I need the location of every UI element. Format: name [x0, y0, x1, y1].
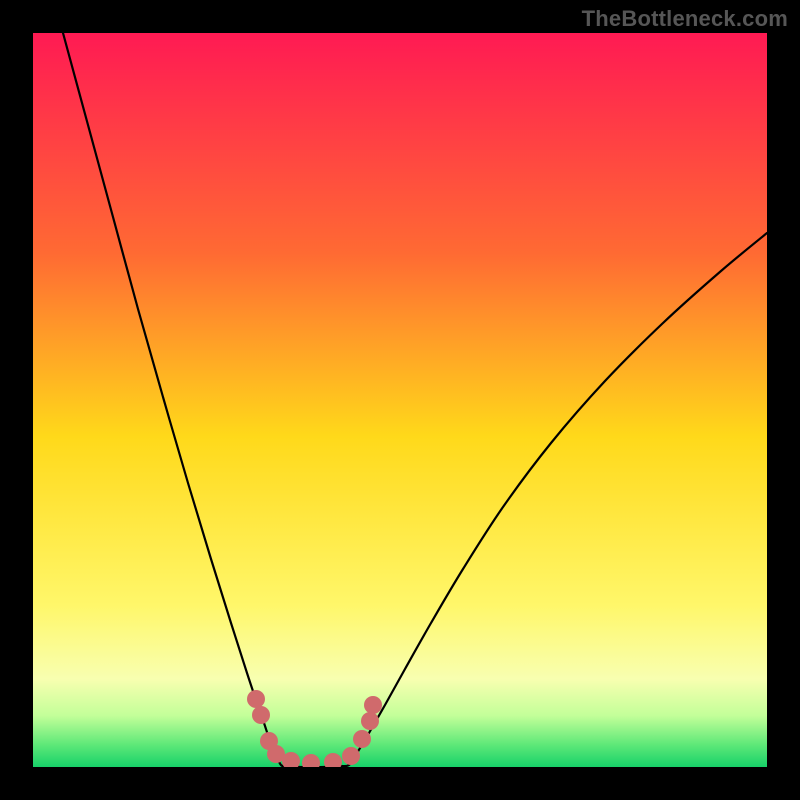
plot-area: [33, 33, 767, 767]
chart-frame: TheBottleneck.com: [0, 0, 800, 800]
marker-dot: [361, 712, 379, 730]
marker-dot: [324, 753, 342, 767]
marker-dot: [353, 730, 371, 748]
marker-dot: [282, 752, 300, 767]
marker-dot: [302, 754, 320, 767]
marker-dot: [252, 706, 270, 724]
marker-dot: [342, 747, 360, 765]
marker-dot: [364, 696, 382, 714]
marker-cluster: [33, 33, 767, 767]
watermark-label: TheBottleneck.com: [582, 6, 788, 32]
